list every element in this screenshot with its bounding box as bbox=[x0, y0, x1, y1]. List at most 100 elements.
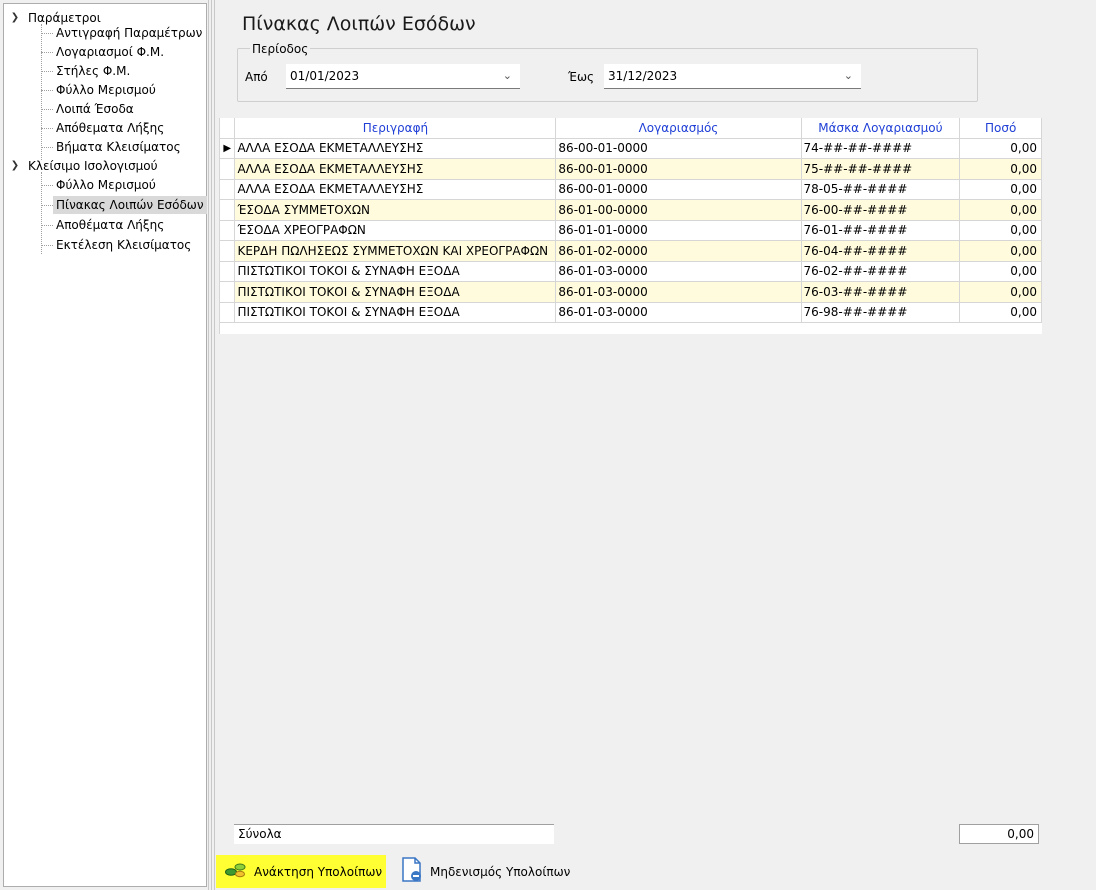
tree-connector bbox=[41, 147, 53, 148]
tree-item-closing-stock[interactable]: Απόθεματα Λήξης bbox=[53, 119, 167, 137]
coins-icon bbox=[224, 860, 248, 883]
table-row[interactable]: ΑΛΛΑ ΕΣΟΔΑ ΕΚΜΕΤΑΛΛΕΥΣΗΣ 86-00-01-0000 7… bbox=[220, 179, 1042, 200]
cell-account-mask[interactable]: 74-##-##-#### bbox=[801, 138, 961, 159]
page-title: Πίνακας Λοιπών Εσόδων bbox=[242, 13, 476, 35]
tree-item-closing-stock-2[interactable]: Αποθέματα Λήξης bbox=[53, 216, 167, 234]
navigation-tree: ❯ Παράμετροι Αντιγραφή Παραμέτρων Λογαρι… bbox=[3, 3, 207, 887]
tree-item-execute-closing[interactable]: Εκτέλεση Κλεισίματος bbox=[53, 236, 194, 254]
period-group: Περίοδος Από 01/01/2023 ⌄ Έως 31/12/2023… bbox=[237, 42, 978, 102]
cell-description[interactable]: ΑΛΛΑ ΕΣΟΔΑ ΕΚΜΕΤΑΛΛΕΥΣΗΣ bbox=[234, 179, 557, 200]
cell-account-mask[interactable]: 76-01-##-#### bbox=[801, 220, 961, 241]
column-header-account-mask[interactable]: Μάσκα Λογαριασμού bbox=[801, 118, 961, 139]
tree-item-columns[interactable]: Στήλες Φ.Μ. bbox=[53, 62, 133, 80]
cell-account[interactable]: 86-00-01-0000 bbox=[555, 158, 802, 180]
cell-description[interactable]: ΑΛΛΑ ΕΣΟΔΑ ΕΚΜΕΤΑΛΛΕΥΣΗΣ bbox=[234, 138, 557, 159]
cell-amount[interactable]: 0,00 bbox=[959, 261, 1042, 282]
tree-group-label: Κλείσιμο Ισολογισμού bbox=[28, 159, 158, 173]
row-indicator bbox=[220, 179, 236, 200]
main-panel: Πίνακας Λοιπών Εσόδων Περίοδος Από 01/01… bbox=[216, 0, 1096, 890]
column-header-description[interactable]: Περιγραφή bbox=[234, 118, 557, 139]
row-indicator-header bbox=[220, 118, 236, 139]
tree-connector bbox=[41, 128, 53, 129]
cell-account-mask[interactable]: 78-05-##-#### bbox=[801, 179, 961, 200]
table-row[interactable]: ΑΛΛΑ ΕΣΟΔΑ ΕΚΜΕΤΑΛΛΕΥΣΗΣ 86-00-01-0000 7… bbox=[220, 158, 1042, 180]
cell-description[interactable]: ΠΙΣΤΩΤΙΚΟΙ ΤΟΚΟΙ & ΣΥΝΑΦΗ ΕΞΟΔΑ bbox=[234, 302, 557, 323]
cell-amount[interactable]: 0,00 bbox=[959, 158, 1042, 180]
table-row[interactable]: ΚΕΡΔΗ ΠΩΛΗΣΕΩΣ ΣΥΜΜΕΤΟΧΩΝ ΚΑΙ ΧΡΕΟΓΡΑΦΩΝ… bbox=[220, 240, 1042, 262]
row-indicator bbox=[220, 158, 236, 180]
cell-amount[interactable]: 0,00 bbox=[959, 179, 1042, 200]
cell-description[interactable]: ΚΕΡΔΗ ΠΩΛΗΣΕΩΣ ΣΥΜΜΕΤΟΧΩΝ ΚΑΙ ΧΡΕΟΓΡΑΦΩΝ bbox=[234, 240, 557, 262]
to-date-picker[interactable]: 31/12/2023 ⌄ bbox=[604, 64, 861, 89]
cell-description[interactable]: ΈΣΟΔΑ ΧΡΕΟΓΡΑΦΩΝ bbox=[234, 220, 557, 241]
cell-account[interactable]: 86-00-01-0000 bbox=[555, 138, 802, 159]
from-date-picker[interactable]: 01/01/2023 ⌄ bbox=[286, 64, 520, 89]
table-row[interactable]: ΈΣΟΔΑ ΣΥΜΜΕΤΟΧΩΝ 86-01-00-0000 76-00-##-… bbox=[220, 199, 1042, 221]
cell-account-mask[interactable]: 75-##-##-#### bbox=[801, 158, 961, 180]
current-row-indicator-icon: ▶ bbox=[220, 138, 236, 159]
cell-amount[interactable]: 0,00 bbox=[959, 302, 1042, 323]
tree-connector bbox=[41, 33, 53, 34]
row-indicator bbox=[220, 199, 236, 221]
table-row[interactable]: ΠΙΣΤΩΤΙΚΟΙ ΤΟΚΟΙ & ΣΥΝΑΦΗ ΕΞΟΔΑ 86-01-03… bbox=[220, 302, 1042, 323]
cell-amount[interactable]: 0,00 bbox=[959, 240, 1042, 262]
column-header-account[interactable]: Λογαριασμός bbox=[555, 118, 802, 139]
cell-account[interactable]: 86-01-00-0000 bbox=[555, 199, 802, 221]
period-legend: Περίοδος bbox=[250, 42, 311, 56]
cell-amount[interactable]: 0,00 bbox=[959, 138, 1042, 159]
tree-connector bbox=[41, 109, 53, 110]
cell-account-mask[interactable]: 76-98-##-#### bbox=[801, 302, 961, 323]
column-header-amount[interactable]: Ποσό bbox=[959, 118, 1042, 139]
row-indicator bbox=[220, 302, 236, 323]
tree-connector bbox=[41, 185, 53, 186]
table-header-row: Περιγραφή Λογαριασμός Μάσκα Λογαριασμού … bbox=[220, 118, 1042, 139]
row-indicator bbox=[220, 220, 236, 241]
cell-account-mask[interactable]: 76-04-##-#### bbox=[801, 240, 961, 262]
tree-item-accounts[interactable]: Λογαριασμοί Φ.Μ. bbox=[53, 43, 167, 61]
cell-account[interactable]: 86-00-01-0000 bbox=[555, 179, 802, 200]
from-label: Από bbox=[245, 70, 268, 84]
cell-amount[interactable]: 0,00 bbox=[959, 199, 1042, 221]
table-row[interactable]: ▶ ΑΛΛΑ ΕΣΟΔΑ ΕΚΜΕΤΑΛΛΕΥΣΗΣ 86-00-01-0000… bbox=[220, 138, 1042, 159]
from-date-value: 01/01/2023 bbox=[290, 69, 360, 83]
cell-account[interactable]: 86-01-01-0000 bbox=[555, 220, 802, 241]
splitter[interactable] bbox=[208, 0, 215, 890]
tree-item-other-income-table[interactable]: Πίνακας Λοιπών Εσόδων bbox=[53, 196, 207, 214]
tree-connector bbox=[41, 245, 53, 246]
chevron-down-icon[interactable]: ❯ bbox=[8, 157, 22, 175]
cell-description[interactable]: ΈΣΟΔΑ ΣΥΜΜΕΤΟΧΩΝ bbox=[234, 199, 557, 221]
other-income-grid[interactable]: Περιγραφή Λογαριασμός Μάσκα Λογαριασμού … bbox=[219, 118, 1042, 334]
table-row[interactable]: ΠΙΣΤΩΤΙΚΟΙ ΤΟΚΟΙ & ΣΥΝΑΦΗ ΕΞΟΔΑ 86-01-03… bbox=[220, 261, 1042, 282]
cell-description[interactable]: ΑΛΛΑ ΕΣΟΔΑ ΕΚΜΕΤΑΛΛΕΥΣΗΣ bbox=[234, 158, 557, 180]
cell-account[interactable]: 86-01-03-0000 bbox=[555, 281, 802, 303]
table-row[interactable]: ΠΙΣΤΩΤΙΚΟΙ ΤΟΚΟΙ & ΣΥΝΑΦΗ ΕΞΟΔΑ 86-01-03… bbox=[220, 281, 1042, 303]
tree-item-distribution-sheet-2[interactable]: Φύλλο Μερισμού bbox=[53, 176, 159, 194]
tree-item-copy-parameters[interactable]: Αντιγραφή Παραμέτρων bbox=[53, 24, 205, 42]
fetch-balances-button[interactable]: Ανάκτηση Υπολοίπων bbox=[216, 855, 386, 888]
cell-account-mask[interactable]: 76-03-##-#### bbox=[801, 281, 961, 303]
to-label: Έως bbox=[568, 70, 595, 84]
tree-connector bbox=[41, 225, 53, 226]
chevron-down-icon[interactable]: ❯ bbox=[8, 9, 22, 27]
tree-item-closing-steps[interactable]: Βήματα Κλεισίματος bbox=[53, 138, 184, 156]
chevron-down-icon[interactable]: ⌄ bbox=[844, 64, 853, 88]
table-row[interactable]: ΈΣΟΔΑ ΧΡΕΟΓΡΑΦΩΝ 86-01-01-0000 76-01-##-… bbox=[220, 220, 1042, 241]
row-indicator bbox=[220, 261, 236, 282]
cell-account-mask[interactable]: 76-00-##-#### bbox=[801, 199, 961, 221]
cell-account[interactable]: 86-01-03-0000 bbox=[555, 302, 802, 323]
totals-amount: 0,00 bbox=[959, 824, 1039, 844]
tree-connector bbox=[41, 71, 53, 72]
tree-connector bbox=[41, 24, 42, 160]
chevron-down-icon[interactable]: ⌄ bbox=[503, 64, 512, 88]
cell-account[interactable]: 86-01-02-0000 bbox=[555, 240, 802, 262]
cell-description[interactable]: ΠΙΣΤΩΤΙΚΟΙ ΤΟΚΟΙ & ΣΥΝΑΦΗ ΕΞΟΔΑ bbox=[234, 261, 557, 282]
tree-item-other-income[interactable]: Λοιπά Έσοδα bbox=[53, 100, 137, 118]
cell-description[interactable]: ΠΙΣΤΩΤΙΚΟΙ ΤΟΚΟΙ & ΣΥΝΑΦΗ ΕΞΟΔΑ bbox=[234, 281, 557, 303]
cell-account-mask[interactable]: 76-02-##-#### bbox=[801, 261, 961, 282]
cell-account[interactable]: 86-01-03-0000 bbox=[555, 261, 802, 282]
tree-connector bbox=[41, 52, 53, 53]
zero-balances-button[interactable]: Μηδενισμός Υπολοίπων bbox=[400, 856, 570, 887]
tree-item-distribution-sheet[interactable]: Φύλλο Μερισμού bbox=[53, 81, 159, 99]
cell-amount[interactable]: 0,00 bbox=[959, 281, 1042, 303]
cell-amount[interactable]: 0,00 bbox=[959, 220, 1042, 241]
